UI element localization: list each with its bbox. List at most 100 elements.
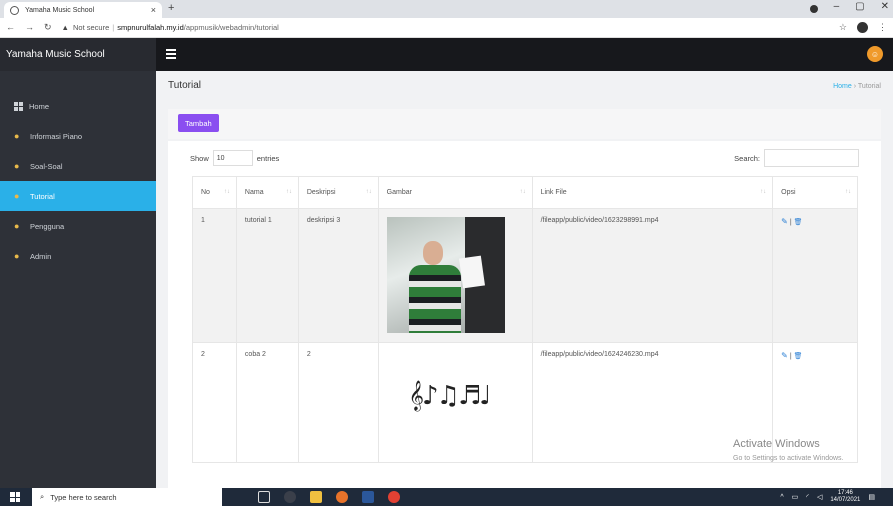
cell-nama: tutorial 1 [235, 208, 299, 343]
tab-title: Yamaha Music School [25, 6, 95, 14]
tutorial-table: No ↑↓ Nama ↑↓ Deskripsi ↑↓ Gambar ↑↓ Link Fi… [192, 176, 858, 463]
add-button[interactable]: Tambah [178, 114, 219, 132]
sidebar-item-label: Admin [30, 251, 52, 261]
sidebar-item-admin[interactable]: ● Admin [0, 241, 156, 271]
notification-icon[interactable]: ▤ [868, 493, 875, 501]
sidebar-item-label: Soal-Soal [30, 161, 63, 171]
forward-icon[interactable]: → [25, 22, 34, 33]
cell-gambar [377, 208, 533, 343]
firefox-icon[interactable] [336, 491, 348, 503]
address-bar: ← → ↻ ▲ Not secure | smpnurulfalah.my.id… [0, 18, 893, 38]
new-tab-button[interactable]: + [168, 2, 174, 14]
user-avatar[interactable]: ☺ [867, 46, 883, 62]
users-icon: ● [14, 131, 20, 141]
users-icon: ● [14, 251, 20, 261]
edit-icon[interactable]: ✎ [781, 217, 788, 226]
column-header-deskripsi[interactable]: Deskripsi ↑↓ [297, 176, 379, 209]
close-window-icon[interactable]: ✕ [881, 1, 889, 13]
sidebar-item-label: Informasi Piano [30, 131, 83, 141]
windows-taskbar: ⌕ Type here to search ^ ▭ ◜ ◁ 17:46 14/0… [0, 488, 893, 506]
table-row: 1 tutorial 1 deskripsi 3 /fileapp/public… [192, 208, 858, 343]
url-host: smpnurulfalah.my.id [117, 23, 184, 32]
cell-link-file: /fileapp/public/video/1623298991.mp4 [531, 208, 774, 343]
sidebar-item-pengguna[interactable]: ● Pengguna [0, 211, 156, 241]
column-header-nama[interactable]: Nama ↑↓ [235, 176, 299, 209]
hamburger-menu-icon[interactable] [166, 49, 176, 61]
page-title: Tutorial [168, 80, 201, 91]
search-label: Search: [734, 153, 760, 163]
menu-dots-icon[interactable]: ⋮ [878, 22, 887, 33]
sidebar-item-label: Pengguna [30, 221, 65, 231]
tray-chevron-icon[interactable]: ^ [780, 494, 783, 501]
url-path: /appmusik/webadmin/tutorial [183, 23, 279, 32]
search-icon: ⌕ [40, 492, 45, 501]
extension-icon[interactable] [857, 22, 868, 33]
back-icon[interactable]: ← [6, 22, 15, 33]
maximize-icon[interactable]: ▢ [855, 1, 864, 13]
entries-select[interactable]: 10 [212, 150, 253, 166]
word-icon[interactable] [362, 491, 374, 503]
show-label: Show [190, 153, 209, 163]
cell-deskripsi: 2 [297, 342, 379, 463]
sort-icon: ↑↓ [285, 189, 292, 195]
brand-title[interactable]: Yamaha Music School [0, 38, 156, 71]
entries-label: entries [256, 153, 280, 163]
sidebar-item-label: Home [29, 101, 50, 111]
chrome-icon[interactable] [388, 491, 400, 503]
sidebar-item-home[interactable]: Home [0, 91, 156, 121]
globe-icon [10, 5, 19, 15]
media-icon[interactable] [284, 491, 296, 503]
breadcrumb-home[interactable]: Home [833, 83, 852, 90]
search-input[interactable] [764, 149, 859, 167]
star-icon[interactable]: ☆ [839, 22, 847, 33]
activation-watermark-title: Activate Windows [733, 438, 820, 450]
app: Yamaha Music School Home ● Informasi Pia… [0, 38, 893, 488]
table-card: Show 10 entries Search: No ↑↓ Nama ↑↓ Desk… [168, 141, 881, 488]
sidebar-item-informasi-piano[interactable]: ● Informasi Piano [0, 121, 156, 151]
column-header-gambar[interactable]: Gambar ↑↓ [377, 176, 533, 209]
network-icon[interactable]: ◜ [806, 493, 809, 501]
clock-date: 14/07/2021 [830, 497, 861, 503]
minimize-icon[interactable]: – [834, 1, 840, 13]
cell-nama: coba 2 [235, 342, 299, 463]
column-header-no[interactable]: No ↑↓ [192, 176, 237, 209]
sidebar-menu: Home ● Informasi Piano ● Soal-Soal ● Tut… [0, 91, 156, 271]
trash-icon[interactable]: 🗑 [794, 353, 803, 360]
file-explorer-icon[interactable] [310, 491, 322, 503]
entries-control: Show 10 entries [190, 150, 279, 166]
column-header-opsi[interactable]: Opsi ↑↓ [772, 176, 858, 209]
reload-icon[interactable]: ↻ [44, 22, 52, 33]
url-field[interactable]: ▲ Not secure | smpnurulfalah.my.id /appm… [62, 23, 279, 32]
tab-close-icon[interactable]: × [151, 5, 156, 15]
trash-icon[interactable]: 🗑 [794, 219, 803, 226]
column-header-link-file[interactable]: Link File ↑↓ [531, 176, 774, 209]
cell-no: 1 [192, 208, 237, 343]
sort-icon: ↑↓ [519, 189, 526, 195]
battery-icon[interactable]: ▭ [792, 493, 799, 501]
taskbar-search[interactable]: ⌕ Type here to search [32, 488, 222, 506]
windows-start-icon[interactable] [10, 492, 20, 502]
window-controls: – ▢ ✕ [809, 1, 889, 13]
edit-icon[interactable]: ✎ [781, 351, 788, 360]
sidebar: Yamaha Music School Home ● Informasi Pia… [0, 38, 156, 488]
dashboard-icon [14, 101, 23, 111]
breadcrumb: Home › Tutorial [833, 83, 881, 90]
volume-icon[interactable]: ◁ [817, 493, 822, 501]
sidebar-item-soal-soal[interactable]: ● Soal-Soal [0, 151, 156, 181]
cell-deskripsi: deskripsi 3 [297, 208, 379, 343]
main-content: Tutorial Home › Tutorial Tambah Show 10 … [156, 71, 893, 488]
users-icon: ● [14, 191, 20, 201]
browser-tab[interactable]: Yamaha Music School × [4, 2, 162, 18]
music-notes-image: 𝄞♪♫♬♩ [408, 381, 492, 411]
users-icon: ● [14, 221, 20, 231]
sidebar-item-label: Tutorial [30, 191, 55, 201]
sidebar-item-tutorial[interactable]: ● Tutorial [0, 181, 156, 211]
cell-gambar: 𝄞♪♫♬♩ [377, 342, 533, 463]
clock[interactable]: 17:46 14/07/2021 [830, 490, 860, 504]
taskbar-search-placeholder: Type here to search [50, 492, 117, 502]
clock-time: 17:46 [837, 490, 853, 496]
tutorial-thumbnail-image [386, 217, 505, 333]
task-view-icon[interactable] [258, 491, 270, 503]
action-bar: Tambah [168, 109, 881, 139]
profile-icon[interactable] [809, 5, 818, 13]
